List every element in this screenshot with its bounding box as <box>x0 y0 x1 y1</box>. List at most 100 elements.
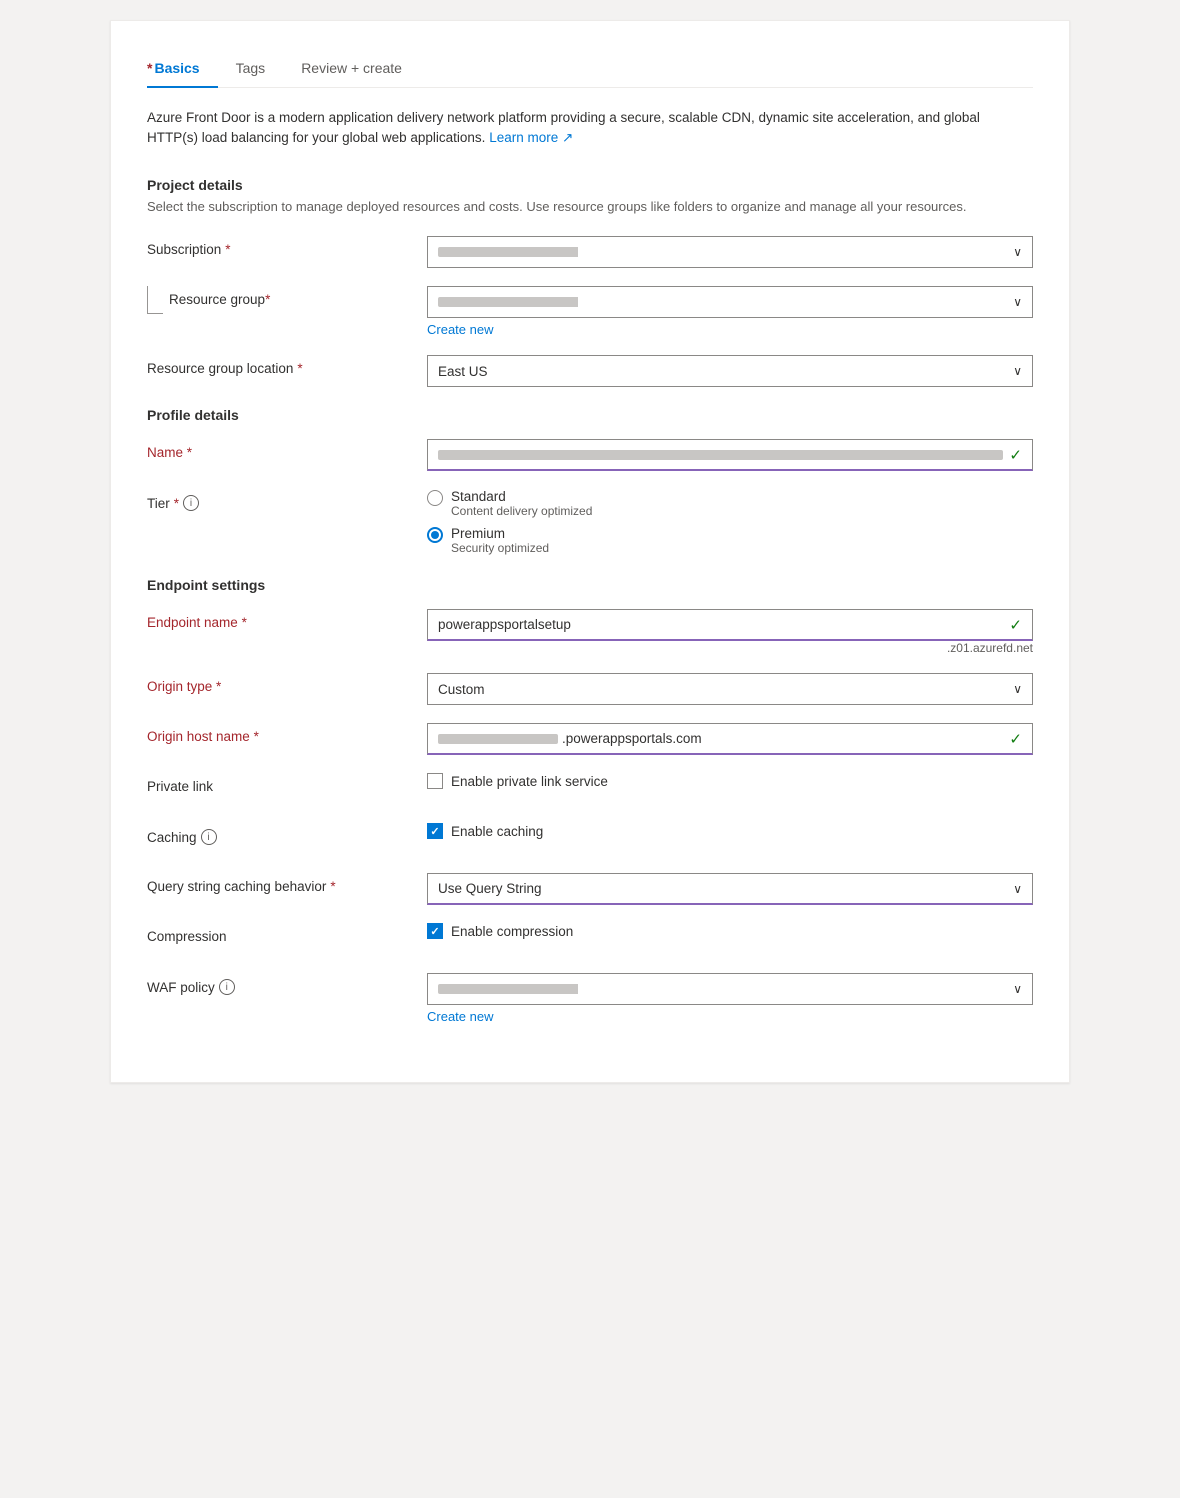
origin-host-name-label: Origin host name * <box>147 723 427 744</box>
endpoint-name-input[interactable]: powerappsportalsetup ✓ <box>427 609 1033 641</box>
basics-required-star: * <box>147 60 152 76</box>
caching-info-icon[interactable]: i <box>201 829 217 845</box>
query-string-caching-control: Use Query String ∨ <box>427 873 1033 905</box>
main-card: *Basics Tags Review + create Azure Front… <box>110 20 1070 1083</box>
name-row: Name * ✓ <box>147 439 1033 471</box>
tier-radio-group: Standard Content delivery optimized Prem… <box>427 489 1033 555</box>
origin-host-blurred <box>438 734 558 744</box>
tab-basics[interactable]: *Basics <box>147 50 218 88</box>
resource-group-row: Resource group * ∨ Create new <box>147 286 1033 337</box>
page-description: Azure Front Door is a modern application… <box>147 108 1033 149</box>
subscription-chevron-icon: ∨ <box>1013 245 1022 259</box>
compression-checkbox-box[interactable] <box>427 923 443 939</box>
endpoint-name-label: Endpoint name * <box>147 609 427 630</box>
tier-premium-option[interactable]: Premium Security optimized <box>427 526 1033 555</box>
private-link-checkbox-label: Enable private link service <box>451 774 608 789</box>
caching-checkbox[interactable]: Enable caching <box>427 823 1033 839</box>
origin-host-name-input[interactable]: .powerappsportals.com ✓ <box>427 723 1033 755</box>
project-details-section: Project details Select the subscription … <box>147 177 1033 217</box>
private-link-checkbox[interactable]: Enable private link service <box>427 773 1033 789</box>
query-string-caching-row: Query string caching behavior * Use Quer… <box>147 873 1033 905</box>
project-details-desc: Select the subscription to manage deploy… <box>147 197 1033 217</box>
waf-chevron-icon: ∨ <box>1013 982 1022 996</box>
waf-policy-row: WAF policy i ∨ Create new <box>147 973 1033 1024</box>
endpoint-settings-title: Endpoint settings <box>147 577 1033 593</box>
origin-type-dropdown[interactable]: Custom ∨ <box>427 673 1033 705</box>
subscription-value <box>438 247 1005 257</box>
waf-policy-dropdown[interactable]: ∨ <box>427 973 1033 1005</box>
resource-group-required: * <box>265 292 270 307</box>
name-input-field[interactable]: ✓ <box>427 439 1033 471</box>
tier-premium-radio[interactable] <box>427 527 443 543</box>
origin-type-chevron-icon: ∨ <box>1013 682 1022 696</box>
subscription-label: Subscription * <box>147 236 427 257</box>
caching-control: Enable caching <box>427 823 1033 839</box>
waf-policy-control: ∨ Create new <box>427 973 1033 1024</box>
tab-bar: *Basics Tags Review + create <box>147 49 1033 88</box>
origin-type-label-text: Origin type * <box>147 679 221 694</box>
subscription-row: Subscription * ∨ <box>147 236 1033 268</box>
waf-info-icon[interactable]: i <box>219 979 235 995</box>
query-string-caching-value: Use Query String <box>438 881 1005 896</box>
endpoint-name-row: Endpoint name * powerappsportalsetup ✓ .… <box>147 609 1033 655</box>
endpoint-name-value: powerappsportalsetup <box>438 617 1003 632</box>
endpoint-name-label-text: Endpoint name * <box>147 615 247 630</box>
name-label: Name * <box>147 439 427 460</box>
origin-type-label: Origin type * <box>147 673 427 694</box>
compression-label: Compression <box>147 923 427 944</box>
learn-more-link[interactable]: Learn more ↗ <box>489 130 573 145</box>
tier-standard-label: Standard Content delivery optimized <box>451 489 592 518</box>
query-string-caching-label: Query string caching behavior * <box>147 873 427 894</box>
waf-policy-create-new-link[interactable]: Create new <box>427 1009 1033 1024</box>
resource-group-location-row: Resource group location * East US ∨ <box>147 355 1033 387</box>
origin-type-control: Custom ∨ <box>427 673 1033 705</box>
tier-row: Tier * i Standard Content delivery optim… <box>147 489 1033 555</box>
tier-premium-label: Premium Security optimized <box>451 526 549 555</box>
origin-host-name-row: Origin host name * .powerappsportals.com… <box>147 723 1033 755</box>
waf-policy-value <box>438 984 1005 994</box>
tier-standard-radio[interactable] <box>427 490 443 506</box>
tier-standard-option[interactable]: Standard Content delivery optimized <box>427 489 1033 518</box>
resource-group-location-value: East US <box>438 364 1005 379</box>
origin-host-check-icon: ✓ <box>1009 730 1022 748</box>
name-label-text: Name * <box>147 445 192 460</box>
compression-checkbox[interactable]: Enable compression <box>427 923 1033 939</box>
subscription-control: ∨ <box>427 236 1033 268</box>
origin-type-row: Origin type * Custom ∨ <box>147 673 1033 705</box>
compression-row: Compression Enable compression <box>147 923 1033 955</box>
subscription-required: * <box>225 242 230 257</box>
tier-label: Tier * i <box>147 489 427 511</box>
resource-group-location-label: Resource group location * <box>147 355 427 376</box>
origin-host-name-control: .powerappsportals.com ✓ <box>427 723 1033 755</box>
resource-group-location-dropdown[interactable]: East US ∨ <box>427 355 1033 387</box>
compression-control: Enable compression <box>427 923 1033 939</box>
private-link-checkbox-box[interactable] <box>427 773 443 789</box>
resource-group-create-new-link[interactable]: Create new <box>427 322 1033 337</box>
project-details-title: Project details <box>147 177 1033 193</box>
resource-group-chevron-icon: ∨ <box>1013 295 1022 309</box>
resource-group-location-control: East US ∨ <box>427 355 1033 387</box>
endpoint-suffix-text: .z01.azurefd.net <box>427 641 1033 655</box>
resource-group-dropdown[interactable]: ∨ <box>427 286 1033 318</box>
qsc-required: * <box>330 879 335 894</box>
private-link-row: Private link Enable private link service <box>147 773 1033 805</box>
private-link-control: Enable private link service <box>427 773 1033 789</box>
caching-checkbox-box[interactable] <box>427 823 443 839</box>
private-link-label: Private link <box>147 773 427 794</box>
endpoint-name-check-icon: ✓ <box>1009 616 1022 634</box>
tier-control: Standard Content delivery optimized Prem… <box>427 489 1033 555</box>
caching-checkbox-label: Enable caching <box>451 824 543 839</box>
query-string-caching-dropdown[interactable]: Use Query String ∨ <box>427 873 1033 905</box>
tier-info-icon[interactable]: i <box>183 495 199 511</box>
origin-type-value: Custom <box>438 682 1005 697</box>
origin-host-name-label-text: Origin host name * <box>147 729 259 744</box>
caching-row: Caching i Enable caching <box>147 823 1033 855</box>
profile-details-section: Profile details <box>147 407 1033 423</box>
name-control: ✓ <box>427 439 1033 471</box>
origin-host-suffix: .powerappsportals.com <box>562 731 702 746</box>
tab-tags[interactable]: Tags <box>236 50 284 88</box>
name-check-icon: ✓ <box>1009 446 1022 464</box>
tab-review-create[interactable]: Review + create <box>301 50 420 88</box>
subscription-dropdown[interactable]: ∨ <box>427 236 1033 268</box>
endpoint-settings-section: Endpoint settings <box>147 577 1033 593</box>
